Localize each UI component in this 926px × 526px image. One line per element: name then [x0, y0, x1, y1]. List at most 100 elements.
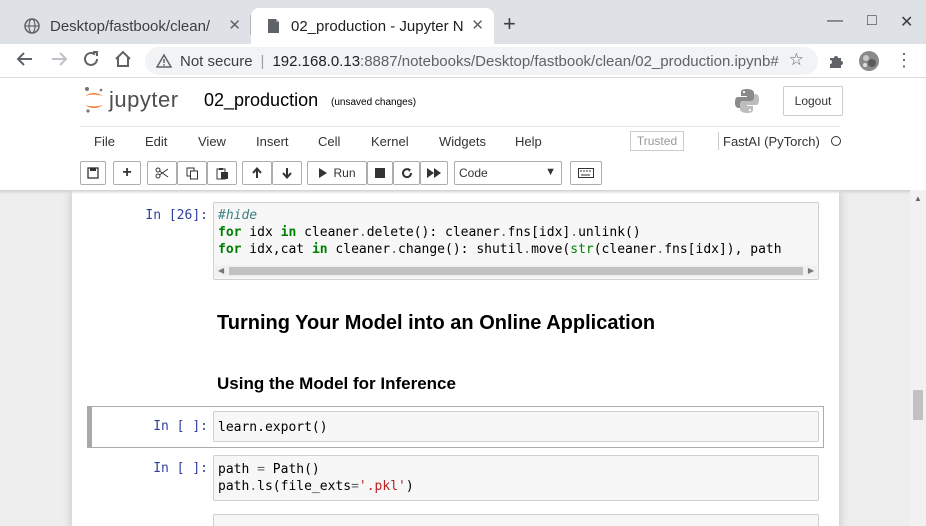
globe-icon — [24, 18, 40, 34]
command-palette-button[interactable] — [570, 161, 602, 185]
menu-file[interactable]: File — [94, 134, 115, 149]
paste-icon — [216, 167, 228, 179]
paste-button[interactable] — [207, 161, 237, 185]
save-button[interactable] — [80, 161, 106, 185]
address-bar[interactable]: Not secure | 192.168.0.13 :8887/notebook… — [145, 47, 818, 75]
arrow-up-icon — [252, 167, 262, 178]
cell-type-select[interactable]: Code ▼ — [454, 161, 562, 185]
keyboard-icon — [578, 168, 594, 178]
address-separator: | — [260, 52, 265, 70]
play-icon — [319, 168, 328, 178]
code-input-area[interactable] — [213, 514, 819, 526]
url-host: 192.168.0.13 — [272, 52, 361, 70]
back-icon[interactable] — [16, 50, 34, 72]
jupyter-header: jupyter 02_production (unsaved changes) … — [0, 78, 926, 190]
code-input-area[interactable]: path = Path() path.ls(file_exts='.pkl') — [213, 455, 819, 501]
jupyter-menubar: File Edit View Insert Cell Kernel Widget… — [80, 126, 841, 156]
tab-title: Desktop/fastbook/clean/ — [50, 17, 211, 35]
save-icon — [87, 167, 99, 179]
info-icon[interactable] — [155, 53, 173, 69]
cell-type-value: Code — [459, 166, 488, 180]
security-label: Not secure — [180, 52, 253, 70]
menu-view[interactable]: View — [198, 134, 226, 149]
run-label: Run — [333, 166, 356, 180]
restart-icon — [401, 168, 412, 179]
menu-widgets[interactable]: Widgets — [439, 134, 486, 149]
menu-edit[interactable]: Edit — [145, 134, 167, 149]
notebook-container: In [26]: #hide for idx in cleaner.delete… — [72, 190, 839, 526]
browser-tab-1[interactable]: Desktop/fastbook/clean/ ✕ — [8, 8, 251, 44]
new-tab-button[interactable]: + — [503, 13, 516, 35]
stop-icon — [375, 168, 385, 178]
browser-tab-2-active[interactable]: 02_production - Jupyter N ✕ — [251, 8, 494, 44]
reload-icon[interactable] — [82, 50, 100, 72]
kernel-idle-indicator-icon — [831, 136, 841, 146]
notebook-name[interactable]: 02_production — [204, 90, 318, 111]
logout-button[interactable]: Logout — [783, 86, 843, 116]
jupyter-logo[interactable]: jupyter — [83, 86, 179, 114]
interrupt-kernel-button[interactable] — [367, 161, 393, 185]
scrollbar-thumb[interactable] — [229, 267, 803, 275]
scroll-right-icon[interactable]: ▶ — [808, 266, 814, 275]
kernel-separator — [718, 132, 719, 150]
python-logo-icon — [733, 87, 761, 120]
fast-forward-icon — [427, 168, 441, 178]
cut-button[interactable] — [147, 161, 177, 185]
code-text: #hide for idx in cleaner.delete(): clean… — [218, 208, 782, 257]
input-prompt: In [ ]: — [153, 461, 208, 476]
extensions-puzzle-icon[interactable] — [827, 52, 845, 75]
menu-cell[interactable]: Cell — [318, 134, 340, 149]
menu-kernel[interactable]: Kernel — [371, 134, 409, 149]
insert-cell-below-button[interactable]: + — [113, 161, 141, 185]
notebook-site: In [26]: #hide for idx in cleaner.delete… — [0, 190, 910, 526]
heading-inference: Using the Model for Inference — [217, 374, 456, 393]
move-cell-up-button[interactable] — [242, 161, 272, 185]
restart-run-all-button[interactable] — [420, 161, 448, 185]
jupyter-logo-icon — [85, 87, 103, 113]
profile-avatar-icon[interactable] — [858, 50, 880, 77]
run-button[interactable]: Run — [307, 161, 367, 185]
code-text: path = Path() path.ls(file_exts='.pkl') — [218, 462, 414, 494]
copy-button[interactable] — [177, 161, 207, 185]
code-text: learn.export() — [218, 420, 328, 435]
restart-kernel-button[interactable] — [393, 161, 420, 185]
maximize-icon[interactable]: □ — [867, 12, 877, 30]
input-prompt: In [ ]: — [153, 419, 208, 434]
bookmark-star-icon[interactable]: ☆ — [789, 50, 804, 70]
code-input-area[interactable]: learn.export() — [213, 411, 819, 442]
browser-menu-icon[interactable]: ⋮ — [895, 51, 913, 69]
browser-toolbar: Not secure | 192.168.0.13 :8887/notebook… — [0, 44, 926, 78]
chevron-down-icon: ▼ — [545, 166, 556, 178]
home-icon[interactable] — [114, 50, 132, 72]
screen: Desktop/fastbook/clean/ ✕ 02_production … — [0, 0, 926, 526]
forward-icon[interactable] — [50, 50, 68, 72]
minimize-icon[interactable]: — — [827, 12, 843, 30]
save-status: (unsaved changes) — [331, 97, 417, 108]
arrow-down-icon — [282, 168, 292, 179]
tab-close-icon[interactable]: ✕ — [471, 16, 484, 34]
heading-online-application: Turning Your Model into an Online Applic… — [217, 312, 656, 334]
jupyter-toolbar: + Run Code ▼ — [80, 161, 840, 187]
plus-icon: + — [122, 164, 132, 181]
page-scrollbar-thumb[interactable] — [913, 390, 923, 420]
kernel-name[interactable]: FastAI (PyTorch) — [723, 134, 820, 149]
copy-icon — [186, 167, 198, 179]
jupyter-logo-text: jupyter — [109, 87, 179, 112]
tab-close-icon[interactable]: ✕ — [228, 16, 241, 34]
trusted-indicator[interactable]: Trusted — [630, 131, 684, 151]
header-shadow — [0, 190, 926, 194]
input-prompt: In [26]: — [145, 208, 208, 223]
horizontal-scrollbar[interactable]: ◀ ▶ — [215, 265, 817, 277]
window-close-icon[interactable]: ✕ — [900, 12, 913, 32]
scissors-icon — [155, 167, 169, 179]
scroll-up-icon[interactable]: ▲ — [914, 194, 922, 203]
browser-tab-strip: Desktop/fastbook/clean/ ✕ 02_production … — [0, 0, 926, 44]
page-scrollbar[interactable]: ▲ — [910, 190, 926, 526]
scroll-left-icon[interactable]: ◀ — [218, 266, 224, 275]
tab-title: 02_production - Jupyter N — [291, 17, 464, 35]
url-path: :8887/notebooks/Desktop/fastbook/clean/0… — [360, 52, 779, 70]
menu-help[interactable]: Help — [515, 134, 542, 149]
move-cell-down-button[interactable] — [272, 161, 302, 185]
code-input-area[interactable]: #hide for idx in cleaner.delete(): clean… — [213, 202, 819, 280]
menu-insert[interactable]: Insert — [256, 134, 289, 149]
